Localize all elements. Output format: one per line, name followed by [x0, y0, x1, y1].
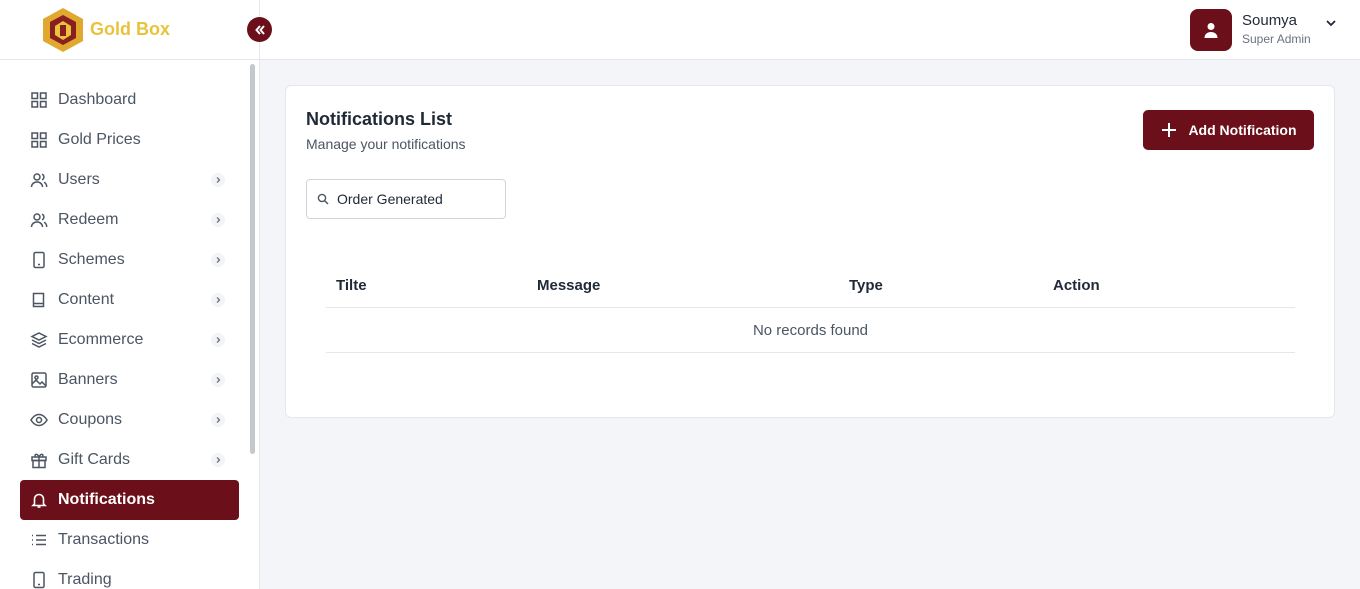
table-header: Tilte Message Type Action: [326, 264, 1295, 308]
chevron-right-icon: [211, 453, 225, 467]
sidebar-item-gift-cards[interactable]: Gift Cards: [20, 440, 239, 480]
user-role: Super Admin: [1242, 32, 1311, 46]
chevron-down-icon: [1326, 20, 1336, 27]
sidebar-item-label: Transactions: [58, 531, 149, 548]
sidebar-item-label: Gift Cards: [58, 451, 131, 468]
column-header-action: Action: [1053, 277, 1100, 294]
sidebar-item-label: Schemes: [58, 251, 125, 268]
plus-icon: [1162, 123, 1177, 137]
sidebar-item-users[interactable]: Users: [20, 160, 239, 200]
sidebar-item-label: Ecommerce: [58, 331, 144, 348]
sidebar-item-label: Notifications: [58, 491, 155, 508]
sidebar-item-label: Content: [58, 291, 115, 308]
gold-box-logo: [42, 7, 84, 53]
double-chevron-left-icon: [254, 24, 265, 35]
page-title: Notifications List: [306, 109, 453, 129]
topbar: Soumya Super Admin: [260, 0, 1360, 60]
sidebar: Gold Box Dashboard Gold Prices Users Red…: [0, 0, 260, 589]
user-icon: [1204, 23, 1218, 38]
sidebar-item-redeem[interactable]: Redeem: [20, 200, 239, 240]
list-icon: [30, 531, 48, 549]
gift-icon: [30, 451, 48, 469]
bell-icon: [30, 491, 48, 509]
avatar: [1190, 9, 1232, 51]
sidebar-item-label: Users: [58, 171, 100, 188]
search-box: [306, 179, 506, 219]
user-name: Soumya: [1242, 12, 1298, 29]
brand-name: Gold Box: [90, 19, 170, 39]
chevron-right-icon: [211, 213, 225, 227]
page-subtitle: Manage your notifications: [306, 136, 466, 152]
grid-icon: [30, 131, 48, 149]
users-icon: [30, 171, 48, 189]
collapse-sidebar-button[interactable]: [247, 17, 272, 42]
add-notification-label: Add Notification: [1188, 122, 1297, 138]
sidebar-item-schemes[interactable]: Schemes: [20, 240, 239, 280]
sidebar-item-label: Redeem: [58, 211, 119, 228]
chevron-right-icon: [211, 373, 225, 387]
chevron-right-icon: [211, 333, 225, 347]
eye-icon: [30, 411, 48, 429]
user-info: Soumya Super Admin: [1242, 12, 1320, 48]
search-icon: [317, 193, 329, 205]
tablet-icon: [30, 251, 48, 269]
sidebar-item-dashboard[interactable]: Dashboard: [20, 80, 239, 120]
add-notification-button[interactable]: Add Notification: [1143, 110, 1314, 150]
sidebar-item-label: Banners: [58, 371, 118, 388]
sidebar-item-content[interactable]: Content: [20, 280, 239, 320]
chevron-right-icon: [211, 413, 225, 427]
column-header-message: Message: [537, 277, 601, 294]
sidebar-item-trading[interactable]: Trading: [20, 560, 239, 589]
sidebar-item-coupons[interactable]: Coupons: [20, 400, 239, 440]
chevron-right-icon: [211, 253, 225, 267]
book-icon: [30, 291, 48, 309]
brand: Gold Box: [0, 0, 259, 60]
sidebar-item-banners[interactable]: Banners: [20, 360, 239, 400]
notifications-card: Notifications List Manage your notificat…: [285, 85, 1335, 418]
layers-icon: [30, 331, 48, 349]
sidebar-scrollbar[interactable]: [250, 64, 255, 454]
sidebar-item-gold-prices[interactable]: Gold Prices: [20, 120, 239, 160]
column-header-title: Tilte: [336, 277, 367, 294]
grid-icon: [30, 91, 48, 109]
sidebar-item-label: Trading: [58, 571, 112, 588]
sidebar-item-notifications[interactable]: Notifications: [20, 480, 239, 520]
chevron-right-icon: [211, 293, 225, 307]
empty-state: No records found: [326, 308, 1295, 353]
column-header-type: Type: [849, 277, 883, 294]
chevron-right-icon: [211, 173, 225, 187]
image-icon: [30, 371, 48, 389]
tablet-icon: [30, 571, 48, 589]
sidebar-nav: Dashboard Gold Prices Users Redeem Schem…: [0, 60, 259, 589]
sidebar-item-label: Gold Prices: [58, 131, 141, 148]
sidebar-item-label: Coupons: [58, 411, 123, 428]
users-icon: [30, 211, 48, 229]
notifications-table: Tilte Message Type Action No records fou…: [326, 264, 1295, 353]
sidebar-item-label: Dashboard: [58, 91, 137, 108]
sidebar-item-ecommerce[interactable]: Ecommerce: [20, 320, 239, 360]
sidebar-item-transactions[interactable]: Transactions: [20, 520, 239, 560]
user-menu[interactable]: Soumya Super Admin: [1190, 9, 1338, 51]
search-input[interactable]: [337, 191, 497, 207]
